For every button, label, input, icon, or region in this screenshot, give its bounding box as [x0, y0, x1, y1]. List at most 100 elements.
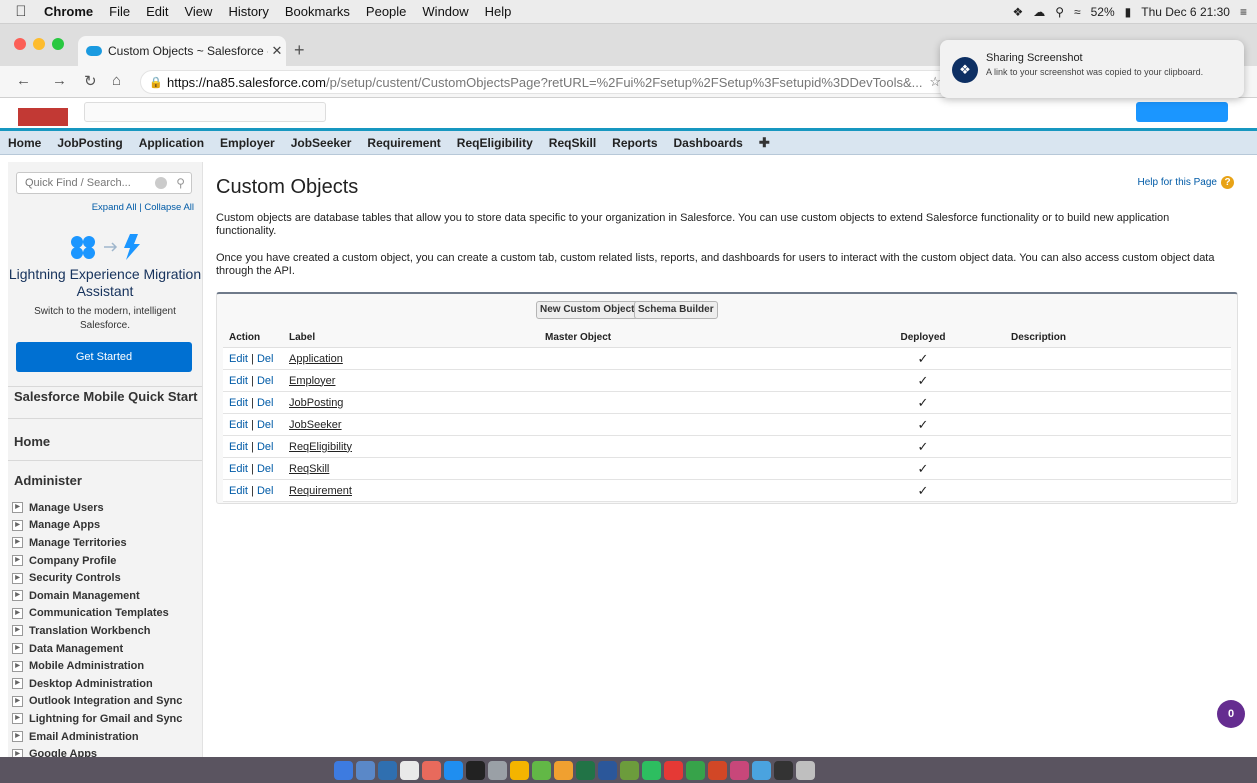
- back-arrow-icon[interactable]: ←: [16, 72, 31, 89]
- folder-icon[interactable]: [752, 760, 771, 780]
- all-tabs-plus-icon[interactable]: ✚: [759, 135, 770, 151]
- chat-bubble-button[interactable]: 0: [1217, 700, 1245, 728]
- media-player-icon[interactable]: [664, 760, 683, 780]
- forward-arrow-icon[interactable]: →: [52, 72, 67, 89]
- expand-icon[interactable]: ▶: [12, 643, 23, 655]
- tab-home[interactable]: Home: [8, 136, 41, 150]
- expand-icon[interactable]: ▶: [12, 537, 23, 549]
- del-link[interactable]: Del: [257, 397, 274, 409]
- reload-icon[interactable]: ↻: [84, 72, 97, 90]
- column-header-master-object[interactable]: Master Object: [539, 327, 835, 348]
- column-header-label[interactable]: Label: [283, 327, 539, 348]
- sidebar-item-domain-management[interactable]: ▶ Domain Management: [12, 587, 182, 605]
- word-icon[interactable]: [598, 760, 617, 780]
- expand-icon[interactable]: ▶: [12, 748, 23, 757]
- expand-icon[interactable]: ▶: [12, 678, 23, 690]
- sidebar-item-company-profile[interactable]: ▶ Company Profile: [12, 552, 182, 570]
- del-link[interactable]: Del: [257, 353, 274, 365]
- org-logo[interactable]: [18, 108, 68, 126]
- global-search-input[interactable]: [84, 102, 326, 122]
- edit-link[interactable]: Edit: [229, 441, 248, 453]
- sidebar-item-translation-workbench[interactable]: ▶ Translation Workbench: [12, 622, 182, 640]
- address-bar[interactable]: 🔒 https://na85.salesforce.com/p/setup/cu…: [140, 70, 952, 94]
- expand-icon[interactable]: ▶: [12, 519, 23, 531]
- tab-application[interactable]: Application: [139, 136, 204, 150]
- expand-icon[interactable]: ▶: [12, 625, 23, 637]
- minimize-window-icon[interactable]: [33, 38, 45, 50]
- expand-icon[interactable]: ▶: [12, 695, 23, 707]
- search-icon[interactable]: ⚲: [1055, 5, 1064, 19]
- schema-builder-button[interactable]: Schema Builder: [634, 301, 718, 319]
- system-preferences-icon[interactable]: [488, 760, 507, 780]
- menu-window[interactable]: Window: [422, 4, 468, 19]
- sidebar-item-manage-apps[interactable]: ▶ Manage Apps: [12, 517, 182, 535]
- battery-percent[interactable]: 52%: [1091, 5, 1115, 19]
- object-label-link[interactable]: ReqSkill: [289, 463, 329, 475]
- new-tab-icon[interactable]: +: [294, 40, 305, 61]
- expand-icon[interactable]: ▶: [12, 660, 23, 672]
- sidebar-item-google-apps[interactable]: ▶ Google Apps: [12, 745, 182, 757]
- object-label-link[interactable]: Employer: [289, 375, 335, 387]
- header-button[interactable]: [1136, 102, 1228, 122]
- edit-link[interactable]: Edit: [229, 397, 248, 409]
- object-label-link[interactable]: Requirement: [289, 485, 352, 497]
- menu-view[interactable]: View: [184, 4, 212, 19]
- finder-icon[interactable]: [334, 760, 353, 780]
- object-label-link[interactable]: Application: [289, 353, 343, 365]
- del-link[interactable]: Del: [257, 441, 274, 453]
- sidebar-item-communication-templates[interactable]: ▶ Communication Templates: [12, 605, 182, 623]
- tab-reports[interactable]: Reports: [612, 136, 657, 150]
- expand-icon[interactable]: ▶: [12, 713, 23, 725]
- close-tab-icon[interactable]: ✕: [268, 43, 286, 59]
- lock-icon[interactable]: 🔒: [149, 76, 163, 89]
- sublime-icon[interactable]: [554, 760, 573, 780]
- chrome-icon[interactable]: [510, 760, 529, 780]
- downloads-stack-icon[interactable]: [730, 760, 749, 780]
- expand-icon[interactable]: ▶: [12, 607, 23, 619]
- del-link[interactable]: Del: [257, 375, 274, 387]
- edit-link[interactable]: Edit: [229, 485, 248, 497]
- info-icon[interactable]: [155, 177, 167, 189]
- sidebar-item-security-controls[interactable]: ▶ Security Controls: [12, 569, 182, 587]
- edit-link[interactable]: Edit: [229, 375, 248, 387]
- tab-dashboards[interactable]: Dashboards: [674, 136, 743, 150]
- tab-reqeligibility[interactable]: ReqEligibility: [457, 136, 533, 150]
- tab-employer[interactable]: Employer: [220, 136, 275, 150]
- utility-icon[interactable]: [686, 760, 705, 780]
- del-link[interactable]: Del: [257, 419, 274, 431]
- menu-app-name[interactable]: Chrome: [44, 4, 93, 19]
- mobile-quick-start-link[interactable]: Salesforce Mobile Quick Start: [14, 389, 198, 404]
- del-link[interactable]: Del: [257, 485, 274, 497]
- sidebar-home-link[interactable]: Home: [14, 434, 50, 449]
- screenshot-notification[interactable]: ❖ Sharing Screenshot A link to your scre…: [940, 40, 1244, 98]
- close-window-icon[interactable]: [14, 38, 26, 50]
- menu-history[interactable]: History: [228, 4, 268, 19]
- expand-collapse-all-link[interactable]: Expand All | Collapse All: [92, 202, 194, 213]
- sidebar-item-desktop-administration[interactable]: ▶ Desktop Administration: [12, 675, 182, 693]
- sidebar-item-lightning-for-gmail[interactable]: ▶ Lightning for Gmail and Sync: [12, 710, 182, 728]
- preview-icon[interactable]: [378, 760, 397, 780]
- app-store-icon[interactable]: [444, 760, 463, 780]
- column-header-description[interactable]: Description: [1005, 327, 1231, 348]
- quick-find-input[interactable]: Quick Find / Search... ⚲: [16, 172, 192, 194]
- safari-icon[interactable]: [356, 760, 375, 780]
- trash-icon[interactable]: [796, 760, 815, 780]
- sidebar-item-manage-users[interactable]: ▶ Manage Users: [12, 499, 182, 517]
- battery-icon[interactable]: ▮: [1125, 5, 1132, 19]
- cloud-icon[interactable]: ☁: [1033, 5, 1045, 19]
- expand-icon[interactable]: ▶: [12, 731, 23, 743]
- sidebar-item-email-administration[interactable]: ▶ Email Administration: [12, 728, 182, 746]
- search-icon[interactable]: ⚲: [176, 173, 185, 193]
- get-started-button[interactable]: Get Started: [16, 342, 192, 372]
- edit-link[interactable]: Edit: [229, 463, 248, 475]
- edit-link[interactable]: Edit: [229, 353, 248, 365]
- menu-file[interactable]: File: [109, 4, 130, 19]
- sidebar-item-manage-territories[interactable]: ▶ Manage Territories: [12, 534, 182, 552]
- tab-jobseeker[interactable]: JobSeeker: [291, 136, 352, 150]
- tab-jobposting[interactable]: JobPosting: [57, 136, 122, 150]
- excel-icon[interactable]: [576, 760, 595, 780]
- wifi-icon[interactable]: ≈: [1074, 5, 1081, 19]
- del-link[interactable]: Del: [257, 463, 274, 475]
- expand-icon[interactable]: ▶: [12, 590, 23, 602]
- app-icon[interactable]: [620, 760, 639, 780]
